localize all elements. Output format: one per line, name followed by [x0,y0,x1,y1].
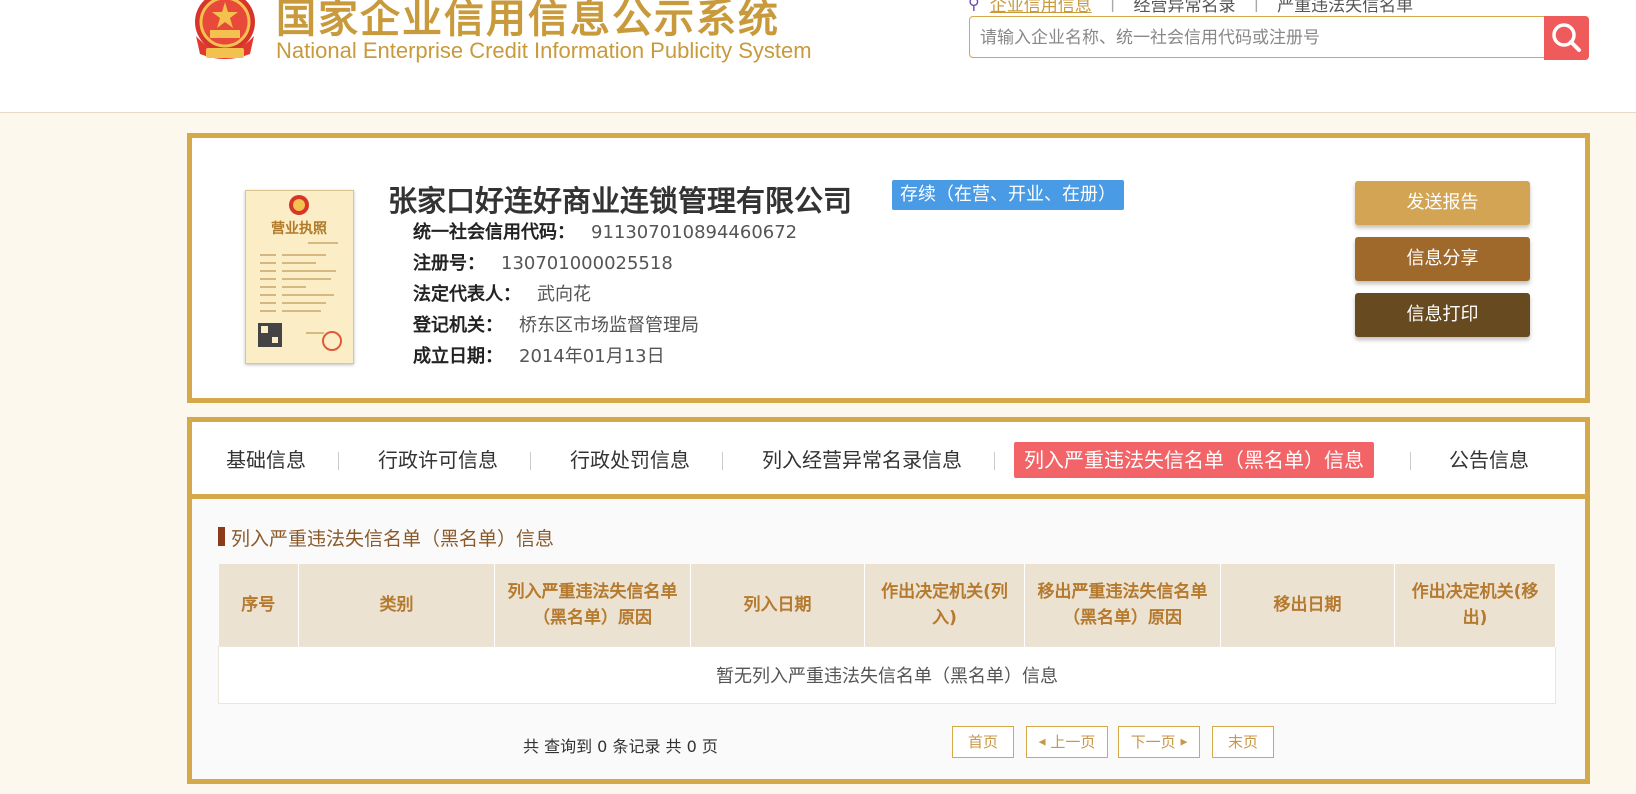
last-page-button[interactable]: 末页 [1212,726,1274,758]
nav-separator: | [1253,0,1260,13]
tab-abnormal-list[interactable]: 列入经营异常名录信息 [752,442,972,478]
info-label: 法定代表人： [413,284,521,305]
search-mini-icon: ⚲ [968,0,980,13]
column-header: 移出日期 [1220,564,1395,647]
share-info-button[interactable]: 信息分享 [1355,237,1530,281]
info-value: 桥东区市场监督管理局 [519,315,699,336]
info-row-credit-code: 统一社会信用代码： 911307010894460672 [413,218,797,244]
status-badge: 存续（在营、开业、在册） [892,180,1124,210]
table-row: 暂无列入严重违法失信名单（黑名单）信息 [218,646,1556,704]
column-header: 序号 [218,564,299,647]
license-title-text: 营业执照 [271,220,327,237]
info-value: 武向花 [537,284,591,305]
empty-state-text: 暂无列入严重违法失信名单（黑名单）信息 [218,646,1556,704]
column-header: 作出决定机关(移出) [1394,564,1556,647]
top-nav-links: ⚲ 企业信用信息 | 经营异常名录 | 严重违法失信名单 [968,0,1413,16]
info-value: 130701000025518 [501,253,673,274]
table-header-row: 序号 类别 列入严重违法失信名单（黑名单）原因 列入日期 作出决定机关(列入) … [218,564,1556,647]
column-header: 类别 [298,564,495,647]
info-label: 登记机关： [413,315,503,336]
nav-link-abnormal-list[interactable]: 经营异常名录 [1133,0,1235,16]
nav-separator: | [1109,0,1116,13]
next-page-button[interactable]: 下一页 ▶ [1118,726,1200,758]
tab-separator [530,452,531,470]
tab-announcements[interactable]: 公告信息 [1439,442,1539,478]
column-header: 列入日期 [690,564,865,647]
info-label: 注册号： [413,253,485,274]
search-button[interactable] [1544,16,1589,60]
info-label: 统一社会信用代码： [413,222,575,243]
info-value: 911307010894460672 [591,222,798,243]
info-row-registration-authority: 登记机关： 桥东区市场监督管理局 [413,311,699,337]
first-page-button[interactable]: 首页 [952,726,1014,758]
search-input[interactable] [978,23,1512,53]
info-row-established-date: 成立日期： 2014年01月13日 [413,342,665,368]
tab-separator [338,452,339,470]
business-license-image[interactable]: 营业执照 [245,190,354,364]
tab-blacklist[interactable]: 列入严重违法失信名单（黑名单）信息 [1014,442,1374,478]
section-title: 列入严重违法失信名单（黑名单）信息 [231,528,555,550]
column-header: 移出严重违法失信名单（黑名单）原因 [1024,564,1221,647]
tab-basic-info[interactable]: 基础信息 [216,442,316,478]
send-report-button[interactable]: 发送报告 [1355,181,1530,225]
search-icon [1552,23,1581,52]
column-header: 作出决定机关(列入) [864,564,1025,647]
company-name: 张家口好连好商业连锁管理有限公司 [388,184,853,218]
tab-separator [994,452,995,470]
prev-page-button[interactable]: ◀ 上一页 [1026,726,1108,758]
tab-separator [722,452,723,470]
license-icon: 营业执照 [258,195,342,351]
site-logo-subtitle: National Enterprise Credit Information P… [276,38,812,63]
nav-link-enterprise-credit[interactable]: 企业信用信息 [990,0,1092,16]
column-header: 列入严重违法失信名单（黑名单）原因 [494,564,691,647]
national-emblem-icon [195,0,255,59]
info-row-legal-rep: 法定代表人： 武向花 [413,280,591,306]
tab-admin-penalty[interactable]: 行政处罚信息 [560,442,700,478]
info-value: 2014年01月13日 [519,346,665,367]
chevron-left-icon: ◀ [1038,737,1046,748]
info-row-reg-number: 注册号： 130701000025518 [413,249,673,275]
print-info-button[interactable]: 信息打印 [1355,293,1530,337]
site-header: 国家企业信用信息公示系统 National Enterprise Credit … [0,0,1636,113]
info-label: 成立日期： [413,346,503,367]
tab-separator [1410,452,1411,470]
next-page-label: 下一页 [1130,733,1176,751]
info-tabs: 基础信息 行政许可信息 行政处罚信息 列入经营异常名录信息 列入严重违法失信名单… [192,422,1585,499]
blacklist-table: 序号 类别 列入严重违法失信名单（黑名单）原因 列入日期 作出决定机关(列入) … [218,564,1556,704]
search-box [969,16,1589,58]
tab-admin-license[interactable]: 行政许可信息 [368,442,508,478]
nav-link-blacklist[interactable]: 严重违法失信名单 [1277,0,1413,16]
chevron-right-icon: ▶ [1180,737,1188,748]
record-count-summary: 共 查询到 0 条记录 共 0 页 [523,737,718,756]
prev-page-label: 上一页 [1050,733,1096,751]
